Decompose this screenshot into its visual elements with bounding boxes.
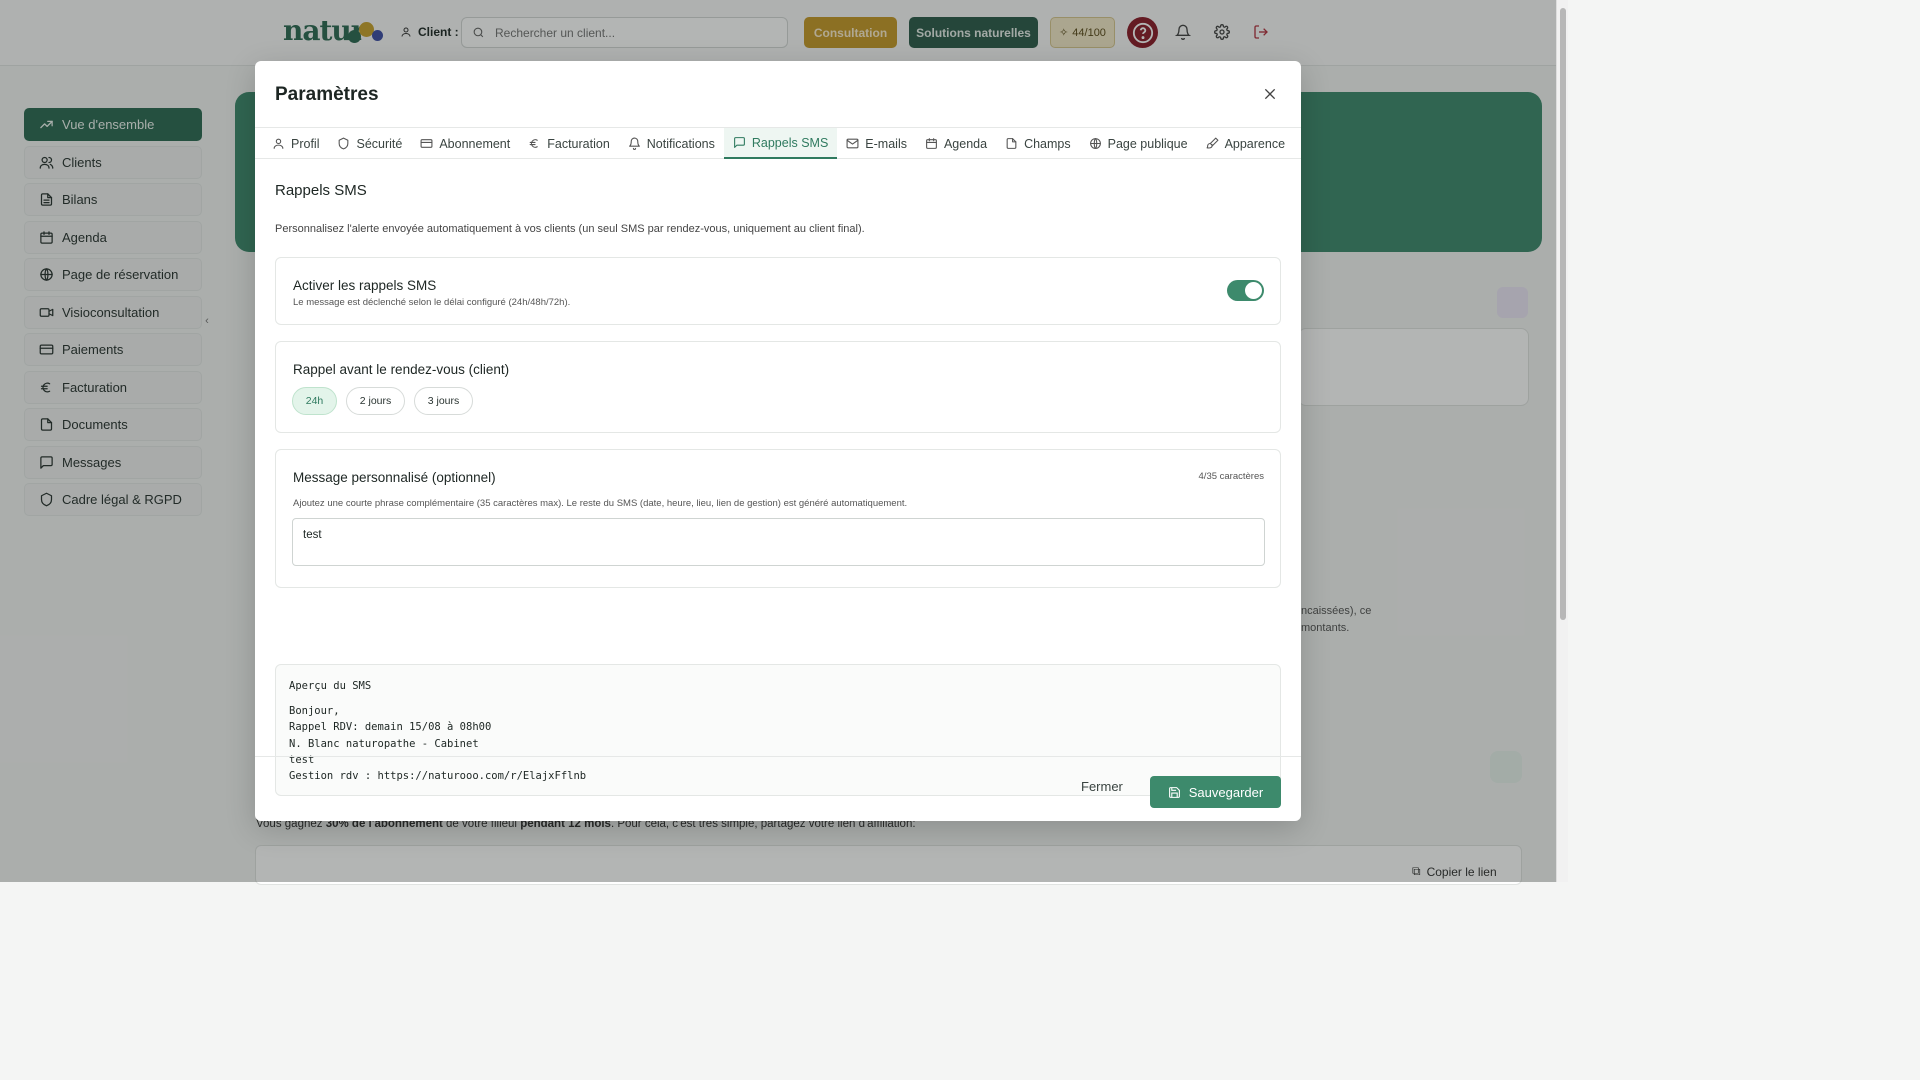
- tab-9[interactable]: Champs: [996, 128, 1080, 159]
- shield-icon: [339, 137, 349, 150]
- custom-message-title: Message personnalisé (optionnel): [293, 470, 496, 485]
- tab-label: Facturation: [547, 136, 610, 151]
- reminder-delay-title: Rappel avant le rendez-vous (client): [293, 362, 510, 377]
- tab-label: Rappels SMS: [751, 135, 829, 150]
- mail-icon: [846, 138, 859, 149]
- tab-7[interactable]: E-mails: [837, 128, 916, 159]
- custom-message-card: Message personnalisé (optionnel) 4/35 ca…: [275, 449, 1281, 588]
- save-button[interactable]: Sauvegarder: [1150, 776, 1281, 808]
- user-icon: [273, 138, 284, 149]
- reminder-option-24h[interactable]: 24h: [292, 387, 337, 415]
- tab-label: Profil: [291, 136, 320, 151]
- tab-10[interactable]: Page publique: [1080, 128, 1197, 159]
- tab-5[interactable]: Notifications: [619, 128, 724, 159]
- activate-sms-title: Activer les rappels SMS: [293, 278, 437, 293]
- reminder-option-2-jours[interactable]: 2 jours: [346, 387, 405, 415]
- settings-modal: Paramètres Profil Sécurité Abonnement Factu…: [255, 61, 1301, 821]
- custom-message-help: Ajoutez une courte phrase complémentaire…: [293, 498, 908, 509]
- reminder-option-3-jours[interactable]: 3 jours: [414, 387, 473, 415]
- tab-6[interactable]: Rappels SMS: [723, 128, 838, 159]
- sms-reminder-toggle[interactable]: [1227, 280, 1264, 301]
- tab-3[interactable]: Abonnement: [411, 128, 519, 159]
- custom-message-input[interactable]: [292, 518, 1265, 566]
- toggle-knob: [1245, 282, 1262, 299]
- sms-preview-title: Aperçu du SMS: [289, 680, 372, 692]
- modal-title: Paramètres: [275, 84, 379, 105]
- modal-footer: Fermer Sauvegarder: [255, 756, 1301, 821]
- tab-label: Page publique: [1107, 136, 1188, 151]
- sms-preview-line: Bonjour,: [289, 705, 340, 717]
- file-icon: [1006, 138, 1017, 149]
- tab-label: Notifications: [646, 136, 715, 151]
- globe-icon: [1089, 138, 1101, 149]
- sms-preview-line: Rappel RDV: demain 15/08 à 08h00: [289, 721, 492, 734]
- tab-label: Champs: [1024, 136, 1071, 151]
- settings-tabs: Profil Sécurité Abonnement Facturation Notif…: [255, 127, 1301, 159]
- scrollbar-thumb[interactable]: [1560, 8, 1566, 620]
- euro-icon: [529, 139, 538, 148]
- section-description: Personnalisez l'alerte envoyée automatiq…: [275, 223, 865, 235]
- character-counter: 4/35 caractères: [1198, 471, 1264, 482]
- sms-preview-line: N. Blanc naturopathe - Cabinet: [289, 737, 479, 750]
- activate-sms-subtitle: Le message est déclenché selon le délai …: [293, 297, 571, 308]
- tab-label: E-mails: [865, 136, 907, 151]
- save-button-label: Sauvegarder: [1188, 784, 1264, 800]
- brush-icon: [1206, 137, 1219, 149]
- tab-8[interactable]: Agenda: [916, 128, 996, 159]
- reminder-delay-card: Rappel avant le rendez-vous (client) 24h…: [275, 341, 1281, 433]
- bell-icon: [628, 137, 640, 150]
- close-button[interactable]: Fermer: [1081, 779, 1123, 794]
- tab-2[interactable]: Sécurité: [328, 128, 411, 159]
- tab-11[interactable]: Apparence: [1197, 128, 1294, 159]
- credit-card-icon: [420, 139, 433, 148]
- tab-label: Agenda: [943, 136, 988, 151]
- tab-4[interactable]: Facturation: [519, 128, 619, 159]
- tab-label: Abonnement: [439, 136, 511, 151]
- activate-sms-card: Activer les rappels SMS Le message est d…: [275, 257, 1281, 325]
- save-icon: [1168, 786, 1180, 798]
- page-scrollbar[interactable]: [1556, 0, 1568, 882]
- close-icon[interactable]: [1259, 83, 1281, 105]
- tab-label: Sécurité: [356, 136, 403, 151]
- tab-1[interactable]: Profil: [263, 128, 328, 159]
- tab-label: Apparence: [1224, 136, 1286, 151]
- calendar-icon: [926, 138, 937, 149]
- section-title: Rappels SMS: [275, 182, 367, 199]
- message-icon: [733, 137, 745, 148]
